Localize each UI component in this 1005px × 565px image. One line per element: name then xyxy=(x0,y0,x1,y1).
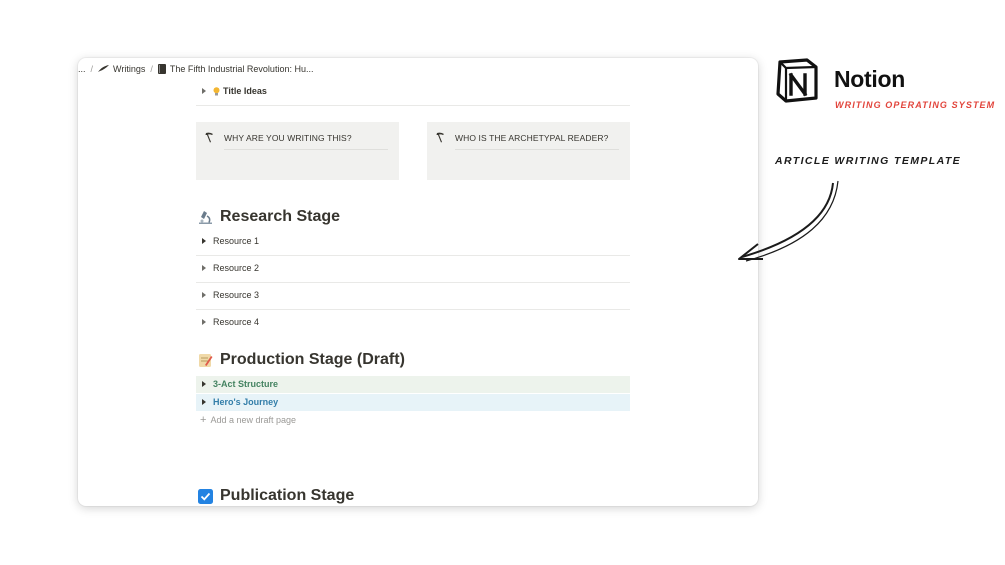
toggle-label: Title Ideas xyxy=(223,86,267,96)
toggle-label: Resource 2 xyxy=(213,263,260,273)
callout-underline xyxy=(455,149,619,150)
publication-stage-heading: Publication Stage xyxy=(198,487,354,505)
notion-logo-icon xyxy=(776,58,818,103)
pickaxe-icon xyxy=(436,132,444,143)
brand-tagline: WRITING OPERATING SYSTEM xyxy=(835,100,996,110)
toggle-arrow-icon[interactable] xyxy=(202,319,206,325)
microscope-icon xyxy=(199,210,212,224)
curved-arrow-icon xyxy=(738,180,839,262)
toggle-3-act-structure[interactable]: 3-Act Structure xyxy=(196,379,278,389)
toggle-arrow-icon[interactable] xyxy=(202,292,206,298)
notion-page-window: ... / Writings / The Fifth Industrial Re… xyxy=(78,58,758,506)
toggle-title-ideas[interactable]: Title Ideas xyxy=(196,86,267,96)
heading-text: Publication Stage xyxy=(220,487,355,504)
callout-underline xyxy=(224,149,388,150)
callout-label: WHO IS THE ARCHETYPAL READER? xyxy=(455,132,609,143)
toggle-arrow-icon[interactable] xyxy=(202,265,206,271)
lightbulb-icon xyxy=(213,86,220,95)
breadcrumb-label: Writings xyxy=(113,64,146,74)
breadcrumb: ... / Writings / The Fifth Industrial Re… xyxy=(78,61,313,77)
toggle-label: 3-Act Structure xyxy=(213,379,279,389)
toggle-label: Resource 4 xyxy=(213,317,260,327)
toggle-arrow-icon[interactable] xyxy=(202,381,206,387)
toggle-label: Resource 1 xyxy=(213,236,260,246)
toggle-arrow-icon[interactable] xyxy=(202,238,206,244)
production-stage-heading: Production Stage (Draft) xyxy=(198,351,405,369)
book-icon xyxy=(157,64,166,74)
template-label: ARTICLE WRITING TEMPLATE xyxy=(775,155,962,167)
breadcrumb-item-current-page[interactable]: The Fifth Industrial Revolution: Hu... xyxy=(157,64,314,74)
heading-text: Production Stage (Draft) xyxy=(220,351,405,368)
checkbox-icon xyxy=(198,488,213,504)
memo-icon xyxy=(199,353,213,367)
breadcrumb-item-writings[interactable]: Writings xyxy=(98,64,145,74)
toggle-heros-journey[interactable]: Hero's Journey xyxy=(196,397,278,407)
plus-icon: + xyxy=(200,413,207,426)
add-draft-label: Add a new draft page xyxy=(210,415,296,425)
toggle-arrow-icon[interactable] xyxy=(202,88,206,94)
callout-archetypal-reader[interactable]: WHO IS THE ARCHETYPAL READER? xyxy=(427,122,630,180)
callout-label: WHY ARE YOU WRITING THIS? xyxy=(224,132,352,143)
divider xyxy=(196,282,630,283)
toggle-arrow-icon[interactable] xyxy=(202,399,206,405)
heading-text: Research Stage xyxy=(220,208,341,225)
toggle-label: Hero's Journey xyxy=(213,397,279,407)
divider xyxy=(196,309,630,310)
toggle-resource-1[interactable]: Resource 1 xyxy=(196,236,259,246)
breadcrumb-label: The Fifth Industrial Revolution: Hu... xyxy=(169,64,314,74)
divider xyxy=(196,255,630,256)
breadcrumb-separator: / xyxy=(150,64,153,74)
toggle-resource-3[interactable]: Resource 3 xyxy=(196,290,259,300)
breadcrumb-separator: / xyxy=(90,64,94,74)
brand-name: Notion xyxy=(834,66,906,92)
toggle-label: Resource 3 xyxy=(213,290,260,300)
callout-why-writing[interactable]: WHY ARE YOU WRITING THIS? xyxy=(196,122,399,180)
pickaxe-icon xyxy=(205,132,213,143)
toggle-resource-2[interactable]: Resource 2 xyxy=(196,263,259,273)
toggle-resource-4[interactable]: Resource 4 xyxy=(196,317,259,327)
quill-icon xyxy=(98,65,110,72)
research-stage-heading: Research Stage xyxy=(198,208,340,226)
add-draft-page-button[interactable]: + Add a new draft page xyxy=(200,413,296,426)
breadcrumb-ellipsis[interactable]: ... xyxy=(78,64,86,74)
divider xyxy=(196,105,630,106)
